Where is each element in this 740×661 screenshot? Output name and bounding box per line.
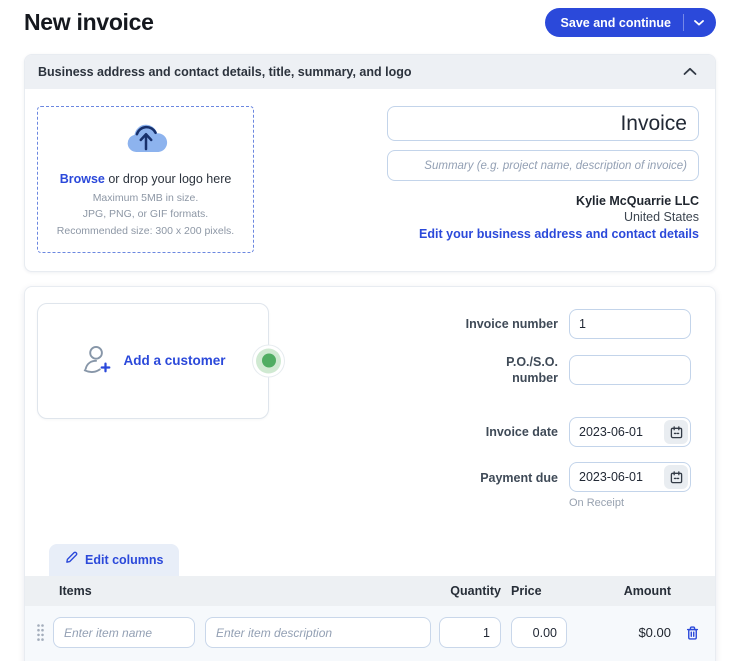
invoice-detail-fields: Invoice number P.O./S.O. number Invoice … [391,303,691,525]
payment-due-field: On Receipt [569,462,691,509]
edit-business-link[interactable]: Edit your business address and contact d… [387,227,699,241]
invoice-number-row: Invoice number [391,309,691,339]
business-name: Kylie McQuarrie LLC [387,194,699,208]
invoice-title-input[interactable] [387,106,699,141]
drag-handle-icon[interactable] [33,623,47,642]
caret-down-icon[interactable] [694,20,704,26]
accordion-header[interactable]: Business address and contact details, ti… [25,55,715,89]
accordion-body: Browse or drop your logo here Maximum 5M… [25,89,715,271]
dropzone-hints: Maximum 5MB in size. JPG, PNG, or GIF fo… [46,190,245,239]
invoice-date-row: Invoice date [391,417,691,447]
invoice-number-label: Invoice number [391,316,558,332]
po-so-number-label: P.O./S.O. number [391,354,558,387]
po-so-number-row: P.O./S.O. number [391,354,691,387]
invoice-date-field [569,417,691,447]
row-amount: $0.00 [575,625,671,640]
invoice-date-label: Invoice date [391,424,558,440]
trash-icon[interactable] [679,625,705,641]
customer-and-details-row: Add a customer Invoice number P.O./S.O. … [25,287,715,525]
logo-dropzone[interactable]: Browse or drop your logo here Maximum 5M… [37,106,254,253]
button-divider [683,14,684,31]
cloud-upload-icon [123,144,169,161]
customer-step-indicator [253,345,284,376]
price-input[interactable] [511,617,567,648]
topbar: New invoice Save and continue [0,0,740,37]
hint-dimensions: Recommended size: 300 x 200 pixels. [46,223,245,239]
invoice-header-fields: Kylie McQuarrie LLC United States Edit y… [387,106,699,253]
column-header-price: Price [511,584,567,598]
edit-columns-tab[interactable]: Edit columns [49,544,179,576]
hint-size: Maximum 5MB in size. [46,190,245,206]
indicator-dot [262,354,276,368]
person-plus-icon [80,343,114,379]
add-customer-label: Add a customer [123,353,225,368]
business-details-card: Business address and contact details, ti… [24,54,716,272]
save-button-label: Save and continue [561,16,671,30]
item-row: $0.00 [25,606,715,659]
business-country: United States [387,210,699,224]
payment-due-calendar-button[interactable] [664,465,688,489]
chevron-up-icon[interactable] [683,63,697,81]
po-so-number-input[interactable] [569,355,691,385]
browse-link[interactable]: Browse [60,172,105,186]
drop-text: or drop your logo here [105,172,231,186]
item-name-input[interactable] [53,617,195,648]
invoice-summary-input[interactable] [387,150,699,181]
item-description-input[interactable] [205,617,431,648]
invoice-date-calendar-button[interactable] [664,420,688,444]
dropzone-instruction: Browse or drop your logo here [46,172,245,186]
column-header-amount: Amount [575,584,671,598]
accordion-title: Business address and contact details, ti… [38,65,411,79]
payment-due-row: Payment due On Receipt [391,462,691,509]
invoice-number-input[interactable] [569,309,691,339]
pencil-icon [65,551,78,569]
save-and-continue-button[interactable]: Save and continue [545,8,716,37]
add-customer-button[interactable]: Add a customer [37,303,269,419]
payment-due-label: Payment due [391,470,558,486]
page-title: New invoice [24,9,154,36]
edit-columns-label: Edit columns [85,553,163,567]
quantity-input[interactable] [439,617,501,648]
invoice-body-card: Add a customer Invoice number P.O./S.O. … [24,286,716,661]
business-info: Kylie McQuarrie LLC United States Edit y… [387,194,699,241]
payment-due-note: On Receipt [569,497,691,509]
hint-formats: JPG, PNG, or GIF formats. [46,206,245,222]
items-table-header: Items Quantity Price Amount [25,576,715,606]
column-header-items: Items [59,584,439,598]
column-header-quantity: Quantity [439,584,501,598]
